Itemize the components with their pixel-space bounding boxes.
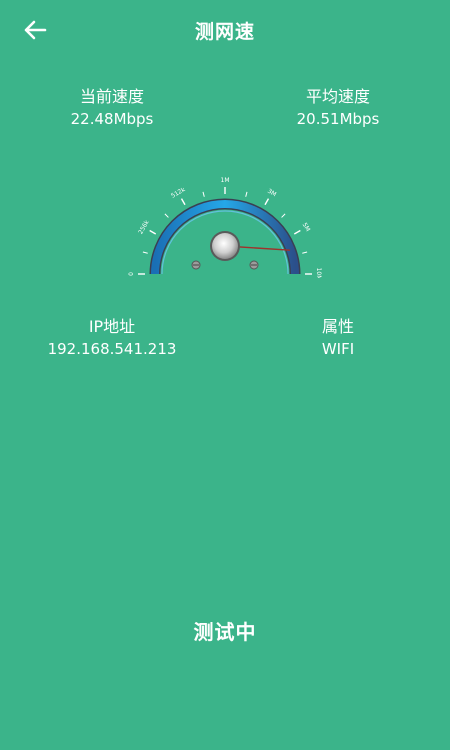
header-bar: 测网速 bbox=[0, 0, 450, 60]
network-property-value: WIFI bbox=[321, 340, 355, 358]
gauge-tick bbox=[180, 198, 186, 206]
ip-address-value: 192.168.541.213 bbox=[47, 340, 177, 358]
gauge-tick bbox=[293, 229, 301, 235]
gauge-tick bbox=[164, 213, 169, 218]
gauge-tick-label: 512k bbox=[170, 186, 187, 200]
screw-icon bbox=[191, 260, 201, 270]
gauge-knob bbox=[212, 233, 238, 259]
current-speed-label: 当前速度 bbox=[79, 87, 144, 106]
gauge-tick bbox=[142, 251, 148, 254]
gauge-tick bbox=[202, 191, 205, 197]
gauge-tick bbox=[281, 213, 286, 218]
screw-icon bbox=[249, 260, 259, 270]
gauge-tick-label: 10M bbox=[315, 268, 322, 278]
current-speed-block: 当前速度 22.48Mbps bbox=[22, 86, 202, 130]
gauge-tick-label: 3M bbox=[266, 188, 277, 199]
network-property-label: 属性 bbox=[321, 317, 354, 336]
gauge-tick bbox=[302, 251, 308, 254]
average-speed-label: 平均速度 bbox=[305, 87, 370, 106]
current-speed-value: 22.48Mbps bbox=[70, 110, 154, 128]
ip-address-label: IP地址 bbox=[88, 317, 136, 336]
network-property-block: 属性 WIFI bbox=[248, 316, 428, 360]
average-speed-block: 平均速度 20.51Mbps bbox=[248, 86, 428, 130]
ip-address-block: IP地址 192.168.541.213 bbox=[22, 316, 202, 360]
speed-gauge: 0 256k 512k 1M 3M 5M 10M bbox=[128, 177, 322, 278]
gauge-tick-label: 1M bbox=[221, 177, 230, 184]
status-text: 测试中 bbox=[193, 620, 257, 644]
gauge-tick-label: 5M bbox=[301, 222, 312, 233]
gauge-tick-label: 256k bbox=[137, 219, 151, 236]
gauge-tick bbox=[245, 191, 248, 197]
page-title: 测网速 bbox=[194, 21, 255, 43]
average-speed-value: 20.51Mbps bbox=[296, 110, 380, 128]
gauge-tick bbox=[264, 198, 270, 206]
gauge-tick bbox=[149, 229, 157, 235]
gauge-tick-label: 0 bbox=[128, 272, 135, 276]
